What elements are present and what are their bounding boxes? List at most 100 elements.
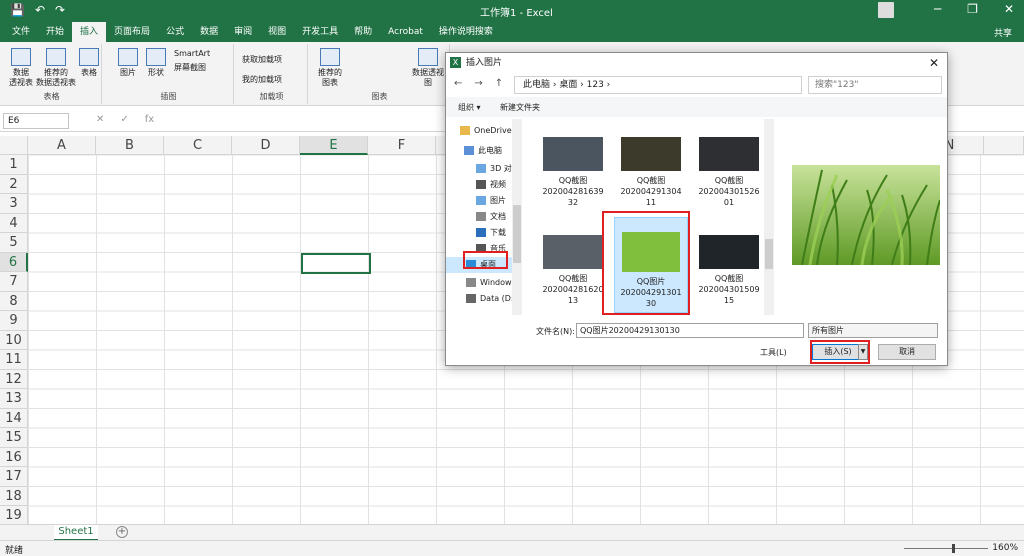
row-header[interactable]: 18 xyxy=(0,486,28,506)
select-all-corner[interactable] xyxy=(0,136,28,155)
save-icon[interactable]: 💾 xyxy=(10,3,25,17)
nav-scroll-thumb[interactable] xyxy=(513,205,521,263)
screenshot-button[interactable]: 屏幕截图 xyxy=(174,62,206,73)
tab-8[interactable]: 开发工具 xyxy=(294,22,346,42)
up-arrow-icon[interactable]: ↑ xyxy=(495,78,503,89)
column-header[interactable]: D xyxy=(232,136,300,155)
get-addins-button[interactable]: 获取加载项 xyxy=(242,54,282,65)
cancel-icon[interactable]: ✕ xyxy=(96,114,104,125)
zoom-level[interactable]: 160% xyxy=(992,543,1018,553)
row-header[interactable]: 5 xyxy=(0,233,28,253)
nav-item[interactable]: 此电脑 xyxy=(446,143,522,159)
tab-11[interactable]: 操作说明搜索 xyxy=(431,22,501,42)
undo-icon[interactable]: ↶ xyxy=(35,3,45,17)
nav-item[interactable]: 图片 xyxy=(446,193,522,209)
filetype-select[interactable]: 所有图片 xyxy=(808,323,938,338)
tab-10[interactable]: Acrobat xyxy=(380,22,431,42)
row-header[interactable]: 16 xyxy=(0,447,28,467)
file-item[interactable]: QQ截图 202004281620 13 xyxy=(536,217,610,313)
file-item[interactable]: QQ截图 202004301526 01 xyxy=(692,119,766,215)
tools-button[interactable]: 工具(L) xyxy=(760,347,787,358)
file-scrollbar[interactable] xyxy=(764,119,774,315)
active-cell[interactable] xyxy=(301,253,371,274)
zoom-slider[interactable] xyxy=(904,548,988,549)
file-scroll-thumb[interactable] xyxy=(765,239,773,269)
smartart-button[interactable]: SmartArt xyxy=(174,48,210,59)
my-addins-button[interactable]: 我的加载项 xyxy=(242,74,282,85)
redo-icon[interactable]: ↷ xyxy=(55,3,65,17)
row-header[interactable]: 8 xyxy=(0,291,28,311)
tab-6[interactable]: 审阅 xyxy=(226,22,260,42)
row-header[interactable]: 7 xyxy=(0,272,28,292)
row-header[interactable]: 9 xyxy=(0,311,28,331)
tab-4[interactable]: 公式 xyxy=(158,22,192,42)
row-header[interactable]: 4 xyxy=(0,213,28,233)
minimize-icon[interactable]: ─ xyxy=(934,2,941,16)
nav-item[interactable]: 下载 xyxy=(446,225,522,241)
table-button[interactable]: 表格 xyxy=(78,48,100,78)
tab-9[interactable]: 帮助 xyxy=(346,22,380,42)
tab-7[interactable]: 视图 xyxy=(260,22,294,42)
row-header[interactable]: 12 xyxy=(0,369,28,389)
pivot-chart-button[interactable]: 数据透视图 xyxy=(410,48,446,88)
row-header[interactable]: 19 xyxy=(0,506,28,526)
recommended-pivot-button[interactable]: 推荐的 数据透视表 xyxy=(36,48,76,88)
enter-icon[interactable]: ✓ xyxy=(120,114,128,125)
group-label: 插图 xyxy=(160,92,177,101)
row-header[interactable]: 6 xyxy=(0,252,28,272)
filename-input[interactable]: QQ图片20200429130130 xyxy=(576,323,804,338)
back-arrow-icon[interactable]: ← xyxy=(454,78,462,89)
file-item[interactable]: QQ截图 202004291304 11 xyxy=(614,119,688,215)
row-header[interactable]: 11 xyxy=(0,350,28,370)
row-header[interactable]: 2 xyxy=(0,174,28,194)
column-header[interactable]: F xyxy=(368,136,436,155)
new-folder-button[interactable]: 新建文件夹 xyxy=(500,102,540,113)
file-item[interactable]: QQ截图 202004301509 15 xyxy=(692,217,766,313)
row-header[interactable]: 14 xyxy=(0,408,28,428)
sheet-tab[interactable]: Sheet1 xyxy=(54,525,98,541)
column-header[interactable]: B xyxy=(96,136,164,155)
dialog-close-icon[interactable]: ✕ xyxy=(929,53,939,73)
fx-icon[interactable]: fx xyxy=(145,114,154,125)
tab-3[interactable]: 页面布局 xyxy=(106,22,158,42)
close-icon[interactable]: ✕ xyxy=(1004,2,1014,16)
row-header[interactable]: 15 xyxy=(0,428,28,448)
column-header[interactable] xyxy=(984,136,1024,155)
row-header[interactable]: 13 xyxy=(0,389,28,409)
organize-button[interactable]: 组织 ▾ xyxy=(458,102,481,113)
recommended-charts-button[interactable]: 推荐的 图表 xyxy=(316,48,344,88)
nav-item[interactable]: 3D 对象 xyxy=(446,161,522,177)
row-header[interactable]: 1 xyxy=(0,155,28,175)
tab-0[interactable]: 文件 xyxy=(4,22,38,42)
nav-item[interactable]: 文档 xyxy=(446,209,522,225)
tab-5[interactable]: 数据 xyxy=(192,22,226,42)
pivot-table-button[interactable]: 数据 透视表 xyxy=(6,48,36,88)
nav-item[interactable]: OneDrive xyxy=(446,123,522,139)
share-button[interactable]: 共享 xyxy=(994,26,1012,39)
nav-scrollbar[interactable] xyxy=(512,119,522,315)
zoom-slider-knob[interactable] xyxy=(952,544,955,553)
row-header[interactable]: 10 xyxy=(0,330,28,350)
column-header[interactable]: E xyxy=(300,136,368,155)
column-header[interactable]: A xyxy=(28,136,96,155)
forward-arrow-icon[interactable]: → xyxy=(474,78,482,89)
address-bar[interactable]: 此电脑 › 桌面 › 123 › xyxy=(514,76,802,94)
restore-icon[interactable]: ❐ xyxy=(967,2,978,16)
file-item[interactable]: QQ截图 202004281639 32 xyxy=(536,119,610,215)
tab-1[interactable]: 开始 xyxy=(38,22,72,42)
cancel-button[interactable]: 取消 xyxy=(878,344,936,360)
nav-item[interactable]: 视频 xyxy=(446,177,522,193)
nav-item[interactable]: Window xyxy=(446,275,522,291)
shapes-button[interactable]: 形状 xyxy=(144,48,168,78)
add-sheet-icon[interactable]: + xyxy=(116,526,128,538)
nav-item[interactable]: Data (D: xyxy=(446,291,522,307)
tab-2[interactable]: 插入 xyxy=(72,22,107,42)
name-box[interactable]: E6 xyxy=(3,113,69,129)
column-header[interactable]: C xyxy=(164,136,232,155)
pictures-button[interactable]: 图片 xyxy=(116,48,140,78)
account-avatar[interactable] xyxy=(878,2,894,18)
row-header[interactable]: 17 xyxy=(0,467,28,487)
status-ready: 就绪 xyxy=(5,546,24,556)
search-input[interactable]: 搜索"123" xyxy=(808,76,942,94)
row-header[interactable]: 3 xyxy=(0,194,28,214)
